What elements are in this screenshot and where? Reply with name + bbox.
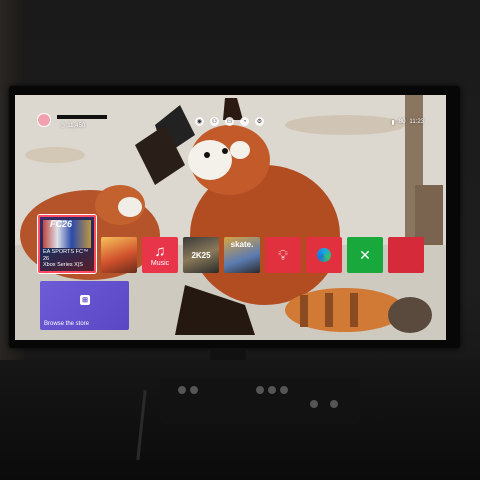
music-note-icon: ♫ bbox=[154, 242, 166, 260]
tile-ea-sports-fc26[interactable]: FC26 EA SPORTS FC™ 26 Xbox Series X|S bbox=[38, 215, 96, 273]
tile-apple-music[interactable]: ♫ Music bbox=[142, 237, 178, 273]
device-dial bbox=[330, 400, 338, 408]
people-icon[interactable]: ⚇ bbox=[210, 117, 219, 126]
device-dial bbox=[268, 386, 276, 394]
browse-store-card[interactable]: ⊞ Browse the store bbox=[40, 281, 129, 330]
featured-title-line2: Xbox Series X|S bbox=[43, 262, 83, 269]
recent-tiles-row: FC26 EA SPORTS FC™ 26 Xbox Series X|S ♫ … bbox=[38, 215, 424, 273]
rewards-points: ◎ 11,450 bbox=[60, 122, 86, 130]
notifications-icon[interactable]: ◔ bbox=[240, 117, 249, 126]
avatar[interactable] bbox=[37, 113, 51, 127]
points-icon: ◎ bbox=[60, 123, 66, 129]
status-bar: ▮ 80 11:23 bbox=[391, 119, 424, 126]
points-value: 11,450 bbox=[67, 122, 86, 129]
party-icon[interactable]: ◉ bbox=[195, 117, 204, 126]
fc26-logo: FC26 bbox=[50, 219, 73, 229]
tile-forza-horizon[interactable] bbox=[101, 237, 137, 273]
tile-skate[interactable]: skate. bbox=[224, 237, 260, 273]
store-bag-icon: ⊞ bbox=[80, 295, 90, 305]
tile-microsoft-edge[interactable] bbox=[306, 237, 342, 273]
tile-app[interactable] bbox=[388, 237, 424, 273]
top-nav-icons: ◉ ⚇ ▭ ◔ ⚙ bbox=[195, 117, 264, 126]
edge-icon bbox=[317, 248, 331, 262]
messages-icon[interactable]: ▭ bbox=[225, 117, 234, 126]
featured-title: EA SPORTS FC™ 26 Xbox Series X|S bbox=[43, 249, 91, 269]
xbox-home-screen: ◎ 11,450 ◉ ⚇ ▭ ◔ ⚙ ▮ 80 11:23 FC26 EA SP… bbox=[15, 95, 446, 340]
audio-device bbox=[160, 378, 360, 424]
featured-title-line1: EA SPORTS FC™ 26 bbox=[43, 249, 89, 262]
clock: 11:23 bbox=[409, 119, 424, 125]
nba-label: 2K25 bbox=[191, 250, 211, 260]
tile-game-pass[interactable]: ✕ bbox=[347, 237, 383, 273]
battery-icon: ▮ bbox=[391, 120, 395, 126]
music-label: Music bbox=[150, 259, 170, 267]
device-dial bbox=[178, 386, 186, 394]
gamertag-redacted bbox=[57, 115, 107, 119]
tile-tips[interactable]: 💡︎ bbox=[265, 237, 301, 273]
game-pass-icon: ✕ bbox=[359, 246, 371, 263]
store-label: Browse the store bbox=[44, 321, 90, 327]
skate-label: skate. bbox=[230, 240, 254, 249]
device-dial bbox=[310, 400, 318, 408]
settings-icon[interactable]: ⚙ bbox=[255, 117, 264, 126]
tv-stand bbox=[210, 348, 246, 360]
photo-scene: ◎ 11,450 ◉ ⚇ ▭ ◔ ⚙ ▮ 80 11:23 FC26 EA SP… bbox=[0, 0, 480, 480]
device-dial bbox=[280, 386, 288, 394]
device-dial bbox=[190, 386, 198, 394]
tile-nba-2k25[interactable]: 2K25 bbox=[183, 237, 219, 273]
device-dial bbox=[256, 386, 264, 394]
battery-level: 80 bbox=[398, 119, 406, 125]
lightbulb-icon: 💡︎ bbox=[278, 246, 288, 263]
